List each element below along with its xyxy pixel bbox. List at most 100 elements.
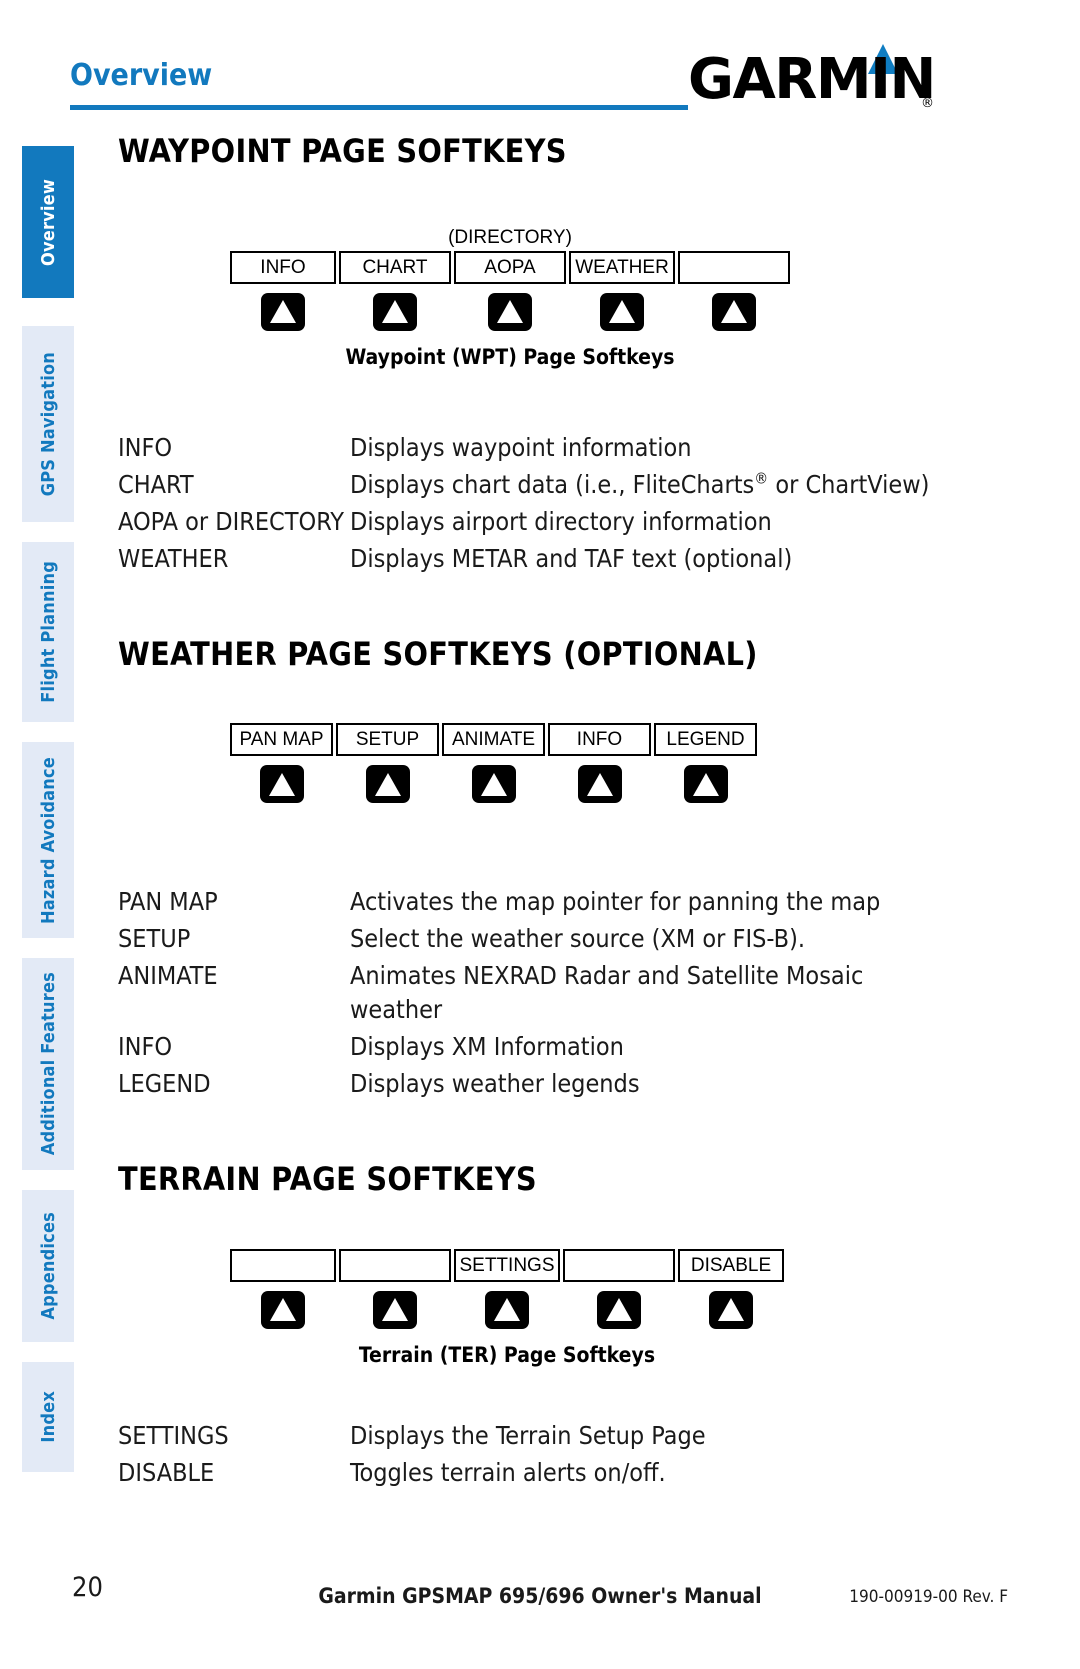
softkey-up-arrow-button-2[interactable]	[373, 1290, 417, 1329]
softkey-button-cell	[230, 765, 333, 804]
definition-description: Displays XM Information	[350, 1032, 624, 1062]
sidebar-tab-label: Appendices	[37, 1212, 59, 1320]
softkey-box-label: SETTINGS	[459, 1254, 555, 1276]
definition-description: Displays airport directory information	[350, 506, 772, 536]
sidebar-tab-appendices[interactable]: Appendices	[22, 1190, 74, 1342]
softkey-up-arrow-button-5[interactable]	[683, 765, 728, 804]
definition-description: Displays chart data (i.e., FliteCharts® …	[350, 469, 930, 499]
softkey-button-cell	[336, 765, 439, 804]
softkey-box-empty	[563, 1248, 675, 1282]
sidebar-tab-additional-features[interactable]: Additional Features	[22, 958, 74, 1170]
definition-term: SETUP	[118, 924, 191, 954]
manual-page: Overview GARMIN ® Overview GPS Navigation…	[0, 0, 1080, 1669]
softkey-box-pan-map: PAN MAP	[230, 723, 333, 757]
chapter-tabs-sidebar: Overview GPS Navigation Flight Planning Haz…	[22, 146, 74, 1472]
page-header: Overview GARMIN ®	[70, 44, 950, 120]
sidebar-tab-label: Additional Features	[37, 972, 59, 1156]
softkey-definition-list: SETTINGS Displays the Terrain Setup Page D…	[118, 1419, 948, 1490]
sidebar-tab-overview[interactable]: Overview	[22, 146, 74, 298]
definition-description: Toggles terrain alerts on/off.	[350, 1457, 666, 1487]
up-triangle-icon	[382, 300, 408, 324]
section-3: TERRAIN PAGE SOFTKEYS SETTINGS DISABLE Terr…	[118, 1163, 948, 1490]
up-triangle-icon	[494, 1298, 520, 1322]
softkey-button-cell	[454, 1290, 560, 1329]
chapter-title: Overview	[70, 58, 213, 93]
softkey-diagram: (DIRECTORY) INFO CHART AOPA WEATHER Waypoint …	[118, 227, 948, 369]
definition-term: PAN MAP	[118, 887, 218, 917]
up-triangle-icon	[609, 300, 635, 324]
definition-row: ANIMATE Animates NEXRAD Radar and Satelli…	[118, 959, 948, 1027]
up-triangle-icon	[497, 300, 523, 324]
sidebar-tab-hazard-avoidance[interactable]: Hazard Avoidance	[22, 742, 74, 938]
definition-description: Activates the map pointer for panning th…	[350, 887, 881, 917]
softkey-button-cell	[654, 765, 757, 804]
softkey-box-empty	[339, 1248, 451, 1282]
definition-term: INFO	[118, 432, 173, 462]
softkey-definition-list: PAN MAP Activates the map pointer for pan…	[118, 885, 948, 1101]
softkey-up-arrow-button-3[interactable]	[488, 292, 532, 331]
softkey-up-arrow-button-5[interactable]	[712, 292, 756, 331]
softkey-button-cell	[442, 765, 545, 804]
definition-row: SETTINGS Displays the Terrain Setup Page	[118, 1419, 948, 1453]
section-heading: WEATHER PAGE SOFTKEYS (OPTIONAL)	[118, 634, 758, 673]
softkey-up-arrow-button-1[interactable]	[261, 292, 305, 331]
garmin-wordmark: GARMIN	[688, 47, 936, 112]
sidebar-tab-flight-planning[interactable]: Flight Planning	[22, 542, 74, 722]
sidebar-tab-index[interactable]: Index	[22, 1362, 74, 1472]
softkey-box-label: INFO	[576, 729, 623, 751]
softkey-up-arrow-button-1[interactable]	[259, 765, 304, 804]
up-triangle-icon	[374, 772, 401, 796]
softkey-button-cell	[454, 292, 566, 331]
definition-row: CHART Displays chart data (i.e., FliteCha…	[118, 468, 948, 502]
softkey-alt-label: (DIRECTORY)	[448, 226, 572, 248]
softkey-up-arrow-button-3[interactable]	[485, 1290, 529, 1329]
softkey-button-row	[230, 1290, 948, 1329]
softkey-button-cell	[230, 1290, 336, 1329]
section-heading: TERRAIN PAGE SOFTKEYS	[118, 1160, 537, 1199]
definition-row: DISABLE Toggles terrain alerts on/off.	[118, 1456, 948, 1490]
softkey-button-cell	[339, 1290, 451, 1329]
definition-term: CHART	[118, 469, 194, 499]
softkey-up-arrow-button-4[interactable]	[577, 765, 622, 804]
definition-description: Animates NEXRAD Radar and Satellite Mosa…	[350, 961, 864, 1025]
definition-term: ANIMATE	[118, 961, 218, 991]
page-content: WAYPOINT PAGE SOFTKEYS (DIRECTORY) INFO CHA…	[118, 134, 948, 1493]
definition-description: Displays METAR and TAF text (optional)	[350, 543, 793, 573]
softkey-up-arrow-button-1[interactable]	[261, 1290, 305, 1329]
section-2: WEATHER PAGE SOFTKEYS (OPTIONAL) PAN MAP S…	[118, 634, 948, 1102]
softkey-up-arrow-button-5[interactable]	[709, 1290, 753, 1329]
softkey-box-aopa: AOPA	[454, 250, 566, 284]
softkey-up-arrow-button-4[interactable]	[597, 1290, 641, 1329]
definition-term: INFO	[118, 1032, 173, 1062]
softkey-up-arrow-button-3[interactable]	[471, 765, 516, 804]
softkey-up-arrow-button-4[interactable]	[600, 292, 644, 331]
softkey-button-cell	[230, 292, 336, 331]
up-triangle-icon	[270, 300, 296, 324]
definition-row: LEGEND Displays weather legends	[118, 1067, 948, 1101]
definition-row: PAN MAP Activates the map pointer for pan…	[118, 885, 948, 919]
softkey-box-info: INFO	[230, 250, 336, 284]
softkey-button-cell	[678, 292, 790, 331]
sidebar-tab-label: Flight Planning	[37, 561, 59, 703]
definition-description: Select the weather source (XM or FIS-B).	[350, 924, 805, 954]
sidebar-tab-gps-navigation[interactable]: GPS Navigation	[22, 326, 74, 522]
softkey-box-label: SETUP	[355, 729, 420, 751]
softkey-up-arrow-button-2[interactable]	[373, 292, 417, 331]
softkey-button-row	[230, 765, 948, 804]
definition-row: WEATHER Displays METAR and TAF text (opti…	[118, 542, 948, 576]
softkey-box-animate: ANIMATE	[442, 723, 545, 757]
softkey-button-row	[230, 292, 948, 331]
page-footer: 20 Garmin GPSMAP 695/696 Owner's Manual …	[0, 1572, 1080, 1618]
softkey-box-legend: LEGEND	[654, 723, 757, 757]
definition-row: AOPA or DIRECTORY Displays airport direct…	[118, 505, 948, 539]
softkey-definition-list: INFO Displays waypoint information CHART Di…	[118, 431, 948, 576]
softkey-up-arrow-button-2[interactable]	[365, 765, 410, 804]
softkey-label-row: INFO CHART AOPA WEATHER	[230, 250, 948, 284]
softkey-diagram: PAN MAP SETUP ANIMATE INFO LEGEND	[118, 723, 948, 804]
registered-trademark-icon: ®	[921, 96, 934, 111]
softkey-diagram: SETTINGS DISABLE Terrain (TER) Page Softke…	[118, 1248, 948, 1367]
definition-term: SETTINGS	[118, 1420, 229, 1450]
registered-trademark-icon: ®	[754, 469, 769, 488]
softkey-label-row: PAN MAP SETUP ANIMATE INFO LEGEND	[230, 723, 948, 757]
definition-row: INFO Displays XM Information	[118, 1030, 948, 1064]
